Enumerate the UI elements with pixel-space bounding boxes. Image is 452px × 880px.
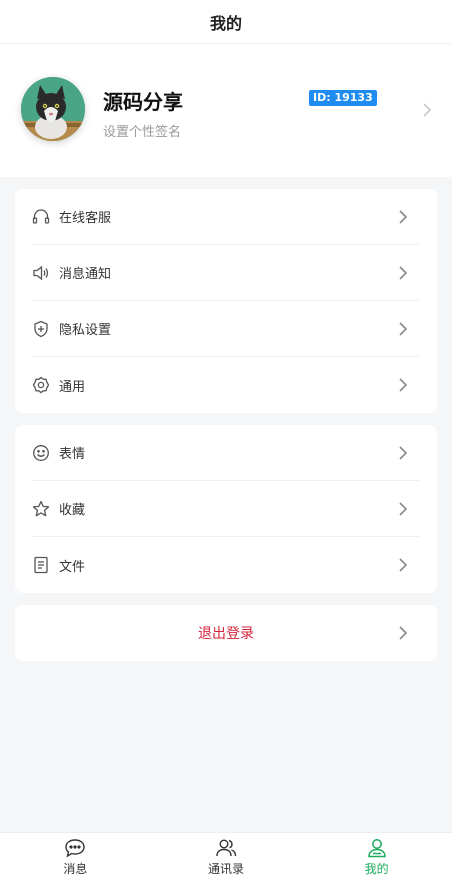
menu-item-files[interactable]: 文件 — [32, 537, 420, 593]
menu-item-label: 收藏 — [59, 503, 86, 518]
menu-item-label: 消息通知 — [59, 267, 112, 282]
menu-item-label: 表情 — [59, 447, 86, 462]
tab-contacts[interactable]: 通讯录 — [151, 833, 302, 880]
smiley-icon — [32, 444, 50, 462]
chevron-right-icon — [398, 557, 408, 577]
menu-item-label: 在线客服 — [59, 211, 112, 226]
shield-plus-icon — [32, 320, 50, 338]
menu-item-label: 通用 — [59, 379, 86, 395]
signature-text[interactable]: 设置个性签名 — [103, 121, 181, 140]
nickname: 源码分享 — [103, 90, 183, 114]
chevron-right-icon — [398, 265, 408, 285]
bottom-tab-bar: 消息 通讯录 我的 — [0, 832, 452, 880]
tab-messages[interactable]: 消息 — [0, 833, 151, 880]
tab-me[interactable]: 我的 — [301, 833, 452, 880]
features-group: 表情 收藏 文件 — [15, 425, 437, 593]
contacts-icon — [215, 837, 237, 859]
menu-item-label: 隐私设置 — [59, 323, 112, 338]
menu-item-stickers[interactable]: 表情 — [32, 425, 420, 481]
chevron-right-icon — [422, 102, 432, 122]
user-icon — [366, 837, 388, 859]
profile-card[interactable]: 源码分享 ID: 19133 设置个性签名 — [0, 44, 452, 177]
chevron-right-icon — [398, 321, 408, 341]
logout-label: 退出登录 — [198, 626, 254, 642]
tab-label: 我的 — [364, 861, 389, 876]
star-icon — [32, 500, 50, 518]
settings-group: 在线客服 消息通知 隐私设置 通用 — [15, 189, 437, 413]
top-bar: 我的 — [0, 0, 452, 44]
speaker-icon — [32, 264, 50, 282]
chat-bubble-icon — [64, 837, 86, 859]
menu-item-privacy[interactable]: 隐私设置 — [32, 301, 420, 357]
chevron-right-icon — [398, 377, 408, 397]
user-id-badge: ID: 19133 — [309, 90, 377, 106]
logout-button[interactable]: 退出登录 — [15, 605, 437, 661]
chevron-right-icon — [398, 445, 408, 465]
menu-item-label: 文件 — [59, 559, 86, 575]
menu-item-general[interactable]: 通用 — [32, 357, 420, 413]
menu-item-favorites[interactable]: 收藏 — [32, 481, 420, 537]
chevron-right-icon — [398, 625, 408, 645]
gear-icon — [32, 376, 50, 394]
tab-label: 消息 — [63, 861, 88, 876]
page-title: 我的 — [209, 13, 242, 33]
menu-item-notifications[interactable]: 消息通知 — [32, 245, 420, 301]
document-icon — [32, 556, 50, 574]
chevron-right-icon — [398, 209, 408, 229]
avatar[interactable] — [21, 77, 85, 141]
chevron-right-icon — [398, 501, 408, 521]
menu-item-online-service[interactable]: 在线客服 — [32, 189, 420, 245]
tab-label: 通讯录 — [208, 861, 245, 876]
headset-icon — [32, 208, 50, 226]
